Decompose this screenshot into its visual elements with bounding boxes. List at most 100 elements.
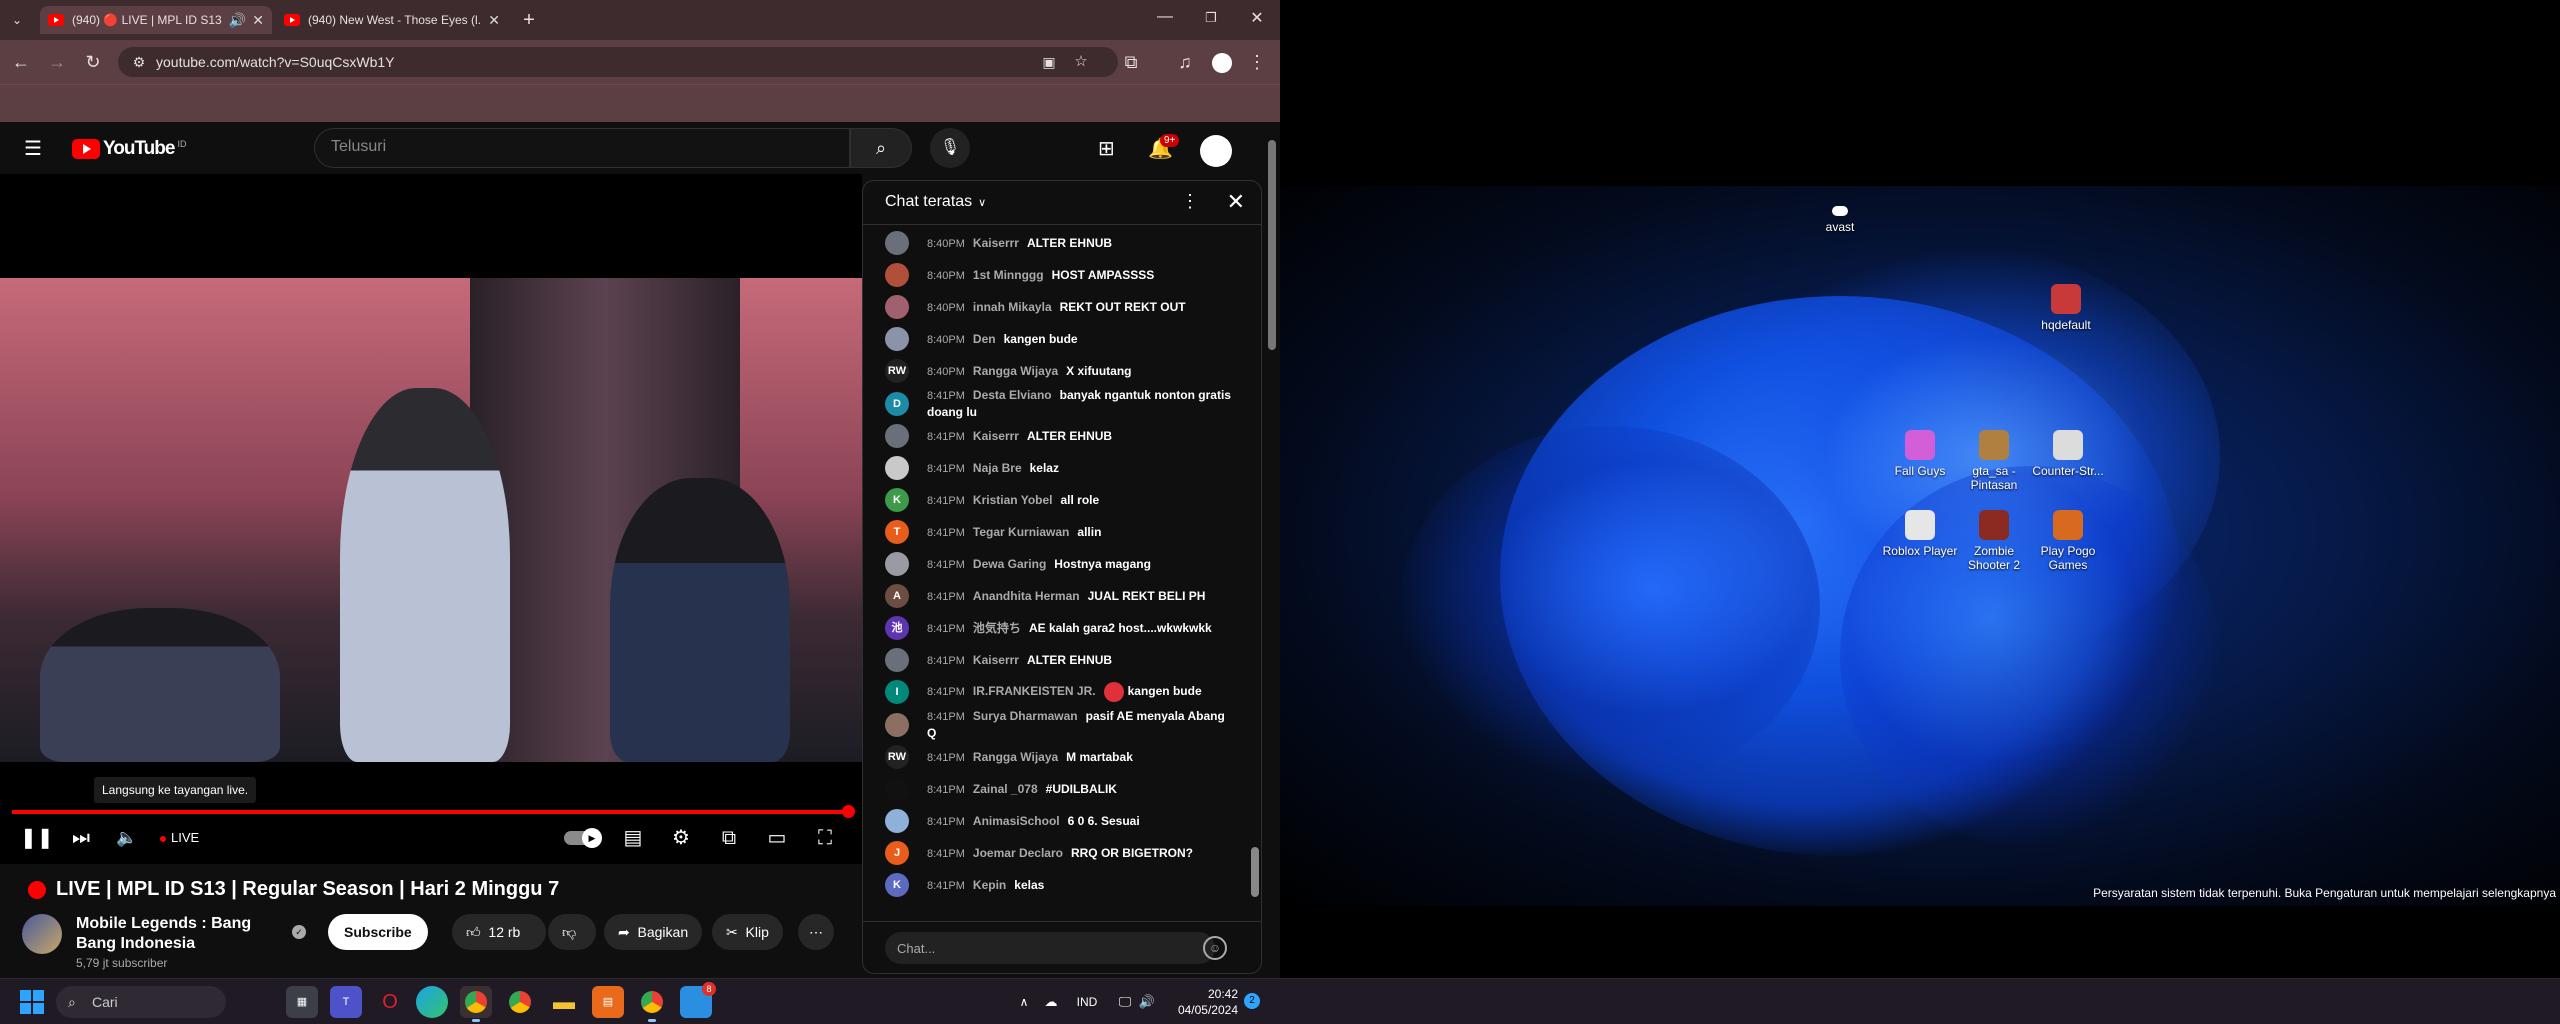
chrome-icon[interactable]	[504, 986, 536, 1018]
chat-author-name[interactable]: Kepin	[973, 878, 1006, 892]
chat-message[interactable]: J 8:41PM Joemar Declaro RRQ OR BIGETRON?	[863, 837, 1249, 869]
create-video-icon[interactable]: ⊞	[1098, 136, 1115, 161]
chrome-window-icon[interactable]	[636, 986, 668, 1022]
chat-author-avatar[interactable]	[885, 424, 909, 448]
chat-message[interactable]: 8:40PM 1st Minnggg HOST AMPASSSS	[863, 259, 1249, 291]
chat-author-name[interactable]: Tegar Kurniawan	[973, 525, 1069, 539]
desktop-icon[interactable]: Counter-Str...	[2028, 430, 2108, 478]
chat-message[interactable]: I 8:41PM IR.FRANKEISTEN JR. kangen bude	[863, 676, 1249, 708]
chat-message[interactable]: 8:41PM Naja Bre kelaz	[863, 452, 1249, 484]
autoplay-toggle[interactable]	[564, 828, 602, 848]
chat-message[interactable]: RW 8:41PM Rangga Wijaya M martabak	[863, 741, 1249, 773]
chat-author-name[interactable]: 池気持ち	[973, 621, 1021, 635]
emoji-icon[interactable]: ☺	[1203, 936, 1227, 960]
window-close-button[interactable]: ✕	[1242, 8, 1272, 28]
chat-author-avatar[interactable]: T	[885, 520, 909, 544]
chat-message[interactable]: T 8:41PM Tegar Kurniawan allin	[863, 516, 1249, 548]
page-scrollbar[interactable]	[1264, 130, 1280, 978]
bookmark-star-icon[interactable]: ☆	[1070, 51, 1092, 73]
chat-message[interactable]: K 8:41PM Kristian Yobel all role	[863, 484, 1249, 516]
clip-button[interactable]: ✂ Klip	[712, 914, 783, 950]
site-info-icon[interactable]: ⚙	[128, 51, 150, 73]
chat-message-list[interactable]: 8:40PM Kaiserrr ALTER EHNUB 8:40PM 1st Minng…	[863, 227, 1249, 911]
chat-author-avatar[interactable]: I	[885, 680, 909, 704]
chat-message[interactable]: 8:41PM Kaiserrr ALTER EHNUB	[863, 644, 1249, 676]
chat-message[interactable]: RW 8:40PM Rangga Wijaya X xifuutang	[863, 355, 1249, 387]
chat-author-name[interactable]: Rangga Wijaya	[973, 364, 1058, 378]
chat-author-name[interactable]: Kristian Yobel	[973, 493, 1053, 507]
chat-message[interactable]: 8:40PM Kaiserrr ALTER EHNUB	[863, 227, 1249, 259]
more-actions-button[interactable]: ⋯	[798, 914, 834, 950]
chat-author-name[interactable]: Naja Bre	[973, 461, 1022, 475]
teams-icon[interactable]: T	[330, 986, 362, 1018]
chat-message[interactable]: K 8:41PM Kepin kelas	[863, 869, 1249, 901]
chat-author-name[interactable]: Kaiserrr	[973, 236, 1019, 250]
volume-icon[interactable]: 🔈	[112, 822, 142, 854]
chat-author-avatar[interactable]: A	[885, 584, 909, 608]
minimize-button[interactable]: —	[1150, 8, 1180, 26]
chat-author-avatar[interactable]: K	[885, 488, 909, 512]
extensions-icon[interactable]: ⧉	[1120, 51, 1142, 73]
chat-author-avatar[interactable]: 池	[885, 616, 909, 640]
channel-avatar[interactable]	[22, 914, 62, 954]
tab-search-icon[interactable]: ⌄	[6, 9, 28, 31]
chat-author-avatar[interactable]: D	[885, 391, 909, 416]
microsoft-store-icon[interactable]: 8	[680, 982, 716, 1018]
chat-author-name[interactable]: Zainal _078	[973, 782, 1038, 796]
chat-author-avatar[interactable]	[885, 777, 909, 801]
next-icon[interactable]: ⏭	[66, 822, 96, 854]
desktop-icon[interactable]: Play Pogo Games	[2028, 510, 2108, 572]
chat-author-avatar[interactable]	[885, 263, 909, 287]
chat-message[interactable]: A 8:41PM Anandhita Herman JUAL REKT BELI PH	[863, 580, 1249, 612]
chat-author-avatar[interactable]: RW	[885, 359, 909, 383]
desktop-icon[interactable]: avast	[1800, 206, 1880, 234]
opera-icon[interactable]: O	[374, 986, 406, 1018]
chat-author-avatar[interactable]	[885, 456, 909, 480]
new-tab-button[interactable]: +	[514, 6, 544, 34]
live-indicator[interactable]: LIVE	[160, 822, 199, 854]
chat-mode-selector[interactable]: Chat teratas ∨	[885, 193, 986, 211]
progress-scrubber[interactable]	[842, 805, 855, 818]
chat-message[interactable]: 8:41PM Zainal _078 #UDILBALIK	[863, 773, 1249, 805]
miniplayer-icon[interactable]: ⧉	[714, 822, 744, 854]
chat-author-name[interactable]: Joemar Declaro	[973, 846, 1063, 860]
chat-author-name[interactable]: Desta Elviano	[973, 388, 1052, 402]
chat-author-name[interactable]: Den	[973, 332, 996, 346]
chrome-profile-icon[interactable]	[460, 986, 492, 1022]
theater-mode-icon[interactable]: ▭	[762, 822, 792, 854]
desktop-icon[interactable]: Roblox Player	[1880, 510, 1960, 558]
browser-menu-icon[interactable]: ⋮	[1246, 51, 1268, 73]
clock[interactable]: 20:42 04/05/2024	[1158, 986, 1238, 1018]
desktop-icon[interactable]: Fall Guys	[1880, 430, 1960, 478]
install-app-icon[interactable]: ▣	[1038, 51, 1060, 73]
progress-bar[interactable]	[12, 810, 850, 814]
settings-gear-icon[interactable]: ⚙	[666, 822, 696, 854]
chat-author-name[interactable]: Kaiserrr	[973, 653, 1019, 667]
chat-more-icon[interactable]: ⋮	[1181, 191, 1199, 212]
volume-tray-icon[interactable]: 🔊	[1136, 986, 1158, 1018]
chat-message[interactable]: 8:41PM Kaiserrr ALTER EHNUB	[863, 420, 1249, 452]
fullscreen-icon[interactable]: ⛶	[810, 822, 840, 854]
restore-button[interactable]: ❐	[1196, 10, 1226, 26]
windows-start-icon[interactable]	[20, 990, 44, 1014]
forward-icon[interactable]: →	[46, 51, 68, 73]
tab-new-west[interactable]: (940) New West - Those Eyes (l... ✕	[276, 6, 508, 34]
chat-author-avatar[interactable]	[885, 231, 909, 255]
chat-message[interactable]: 8:41PM Surya Dharmawan pasif AE menyala Ab…	[863, 708, 1249, 741]
chat-author-avatar[interactable]	[885, 327, 909, 351]
tab-close-icon[interactable]: ✕	[252, 12, 264, 29]
chat-author-name[interactable]: Kaiserrr	[973, 429, 1019, 443]
chat-message[interactable]: 8:40PM Den kangen bude	[863, 323, 1249, 355]
video-frame[interactable]	[0, 278, 862, 762]
tray-overflow-icon[interactable]: ∧	[1014, 986, 1034, 1018]
chat-message[interactable]: 池 8:41PM 池気持ち AE kalah gara2 host....wkwkwk…	[863, 612, 1249, 644]
chat-author-name[interactable]: innah Mikayla	[973, 300, 1052, 314]
chat-message[interactable]: 8:41PM Dewa Garing Hostnya magang	[863, 548, 1249, 580]
chat-close-icon[interactable]: ✕	[1227, 189, 1245, 215]
chat-author-name[interactable]: Surya Dharmawan	[973, 709, 1078, 723]
address-bar[interactable]: ⚙ youtube.com/watch?v=S0uqCsxWb1Y ▣ ☆	[118, 47, 1118, 77]
chat-author-name[interactable]: AnimasiSchool	[973, 814, 1060, 828]
notification-center-badge[interactable]: 2	[1244, 993, 1260, 1009]
like-button[interactable]: 👍︎ 12 rb	[452, 914, 546, 950]
channel-name[interactable]: Mobile Legends : Bang Bang Indonesia	[76, 914, 276, 954]
